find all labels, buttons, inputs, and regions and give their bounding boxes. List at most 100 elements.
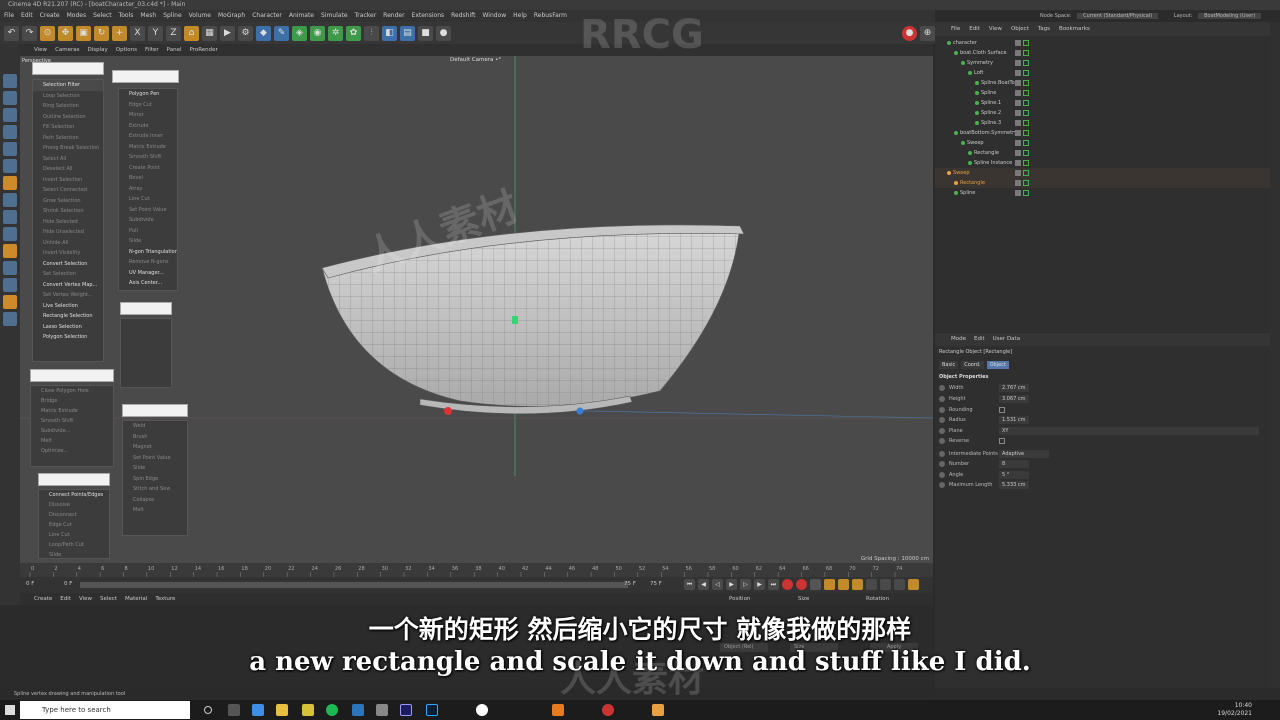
palette-item[interactable]: Polygon Pen	[119, 89, 177, 100]
object-menu-edit[interactable]: Edit	[969, 22, 980, 36]
visibility-toggle[interactable]	[1015, 130, 1021, 136]
attr-anim-dot[interactable]	[939, 396, 945, 402]
palette-item[interactable]: Subdivide...	[31, 426, 113, 436]
recent-tool-icon[interactable]: +	[112, 25, 127, 41]
menu-tracker[interactable]: Tracker	[355, 10, 377, 22]
visibility-toggle[interactable]	[1015, 120, 1021, 126]
camera-icon[interactable]: ■	[418, 25, 433, 41]
paint-icon[interactable]	[3, 312, 17, 326]
key-pla-icon[interactable]	[880, 579, 891, 590]
viewport-menu-filter[interactable]: Filter	[145, 44, 159, 56]
object-menu-object[interactable]: Object	[1011, 22, 1029, 36]
palette-item[interactable]: Mirror	[119, 110, 177, 121]
mograph-icon[interactable]: ✲	[328, 25, 343, 41]
object-row[interactable]: Rectangle	[935, 178, 1270, 188]
palette-item[interactable]: Smooth Shift	[119, 152, 177, 163]
right-tab-strip[interactable]	[1270, 22, 1280, 688]
menu-tools[interactable]: Tools	[119, 10, 134, 22]
render-region-icon[interactable]: ▦	[202, 25, 217, 41]
cortana-icon[interactable]	[204, 706, 212, 714]
enable-check-icon[interactable]	[1023, 140, 1029, 146]
viewport-menu-cameras[interactable]: Cameras	[55, 44, 79, 56]
blender-icon[interactable]	[552, 704, 564, 716]
menu-character[interactable]: Character	[252, 10, 282, 22]
palette-item[interactable]: Dissolve	[39, 500, 109, 510]
material-menu-view[interactable]: View	[79, 593, 92, 605]
enable-check-icon[interactable]	[1023, 100, 1029, 106]
end-frame[interactable]: 75 F	[624, 581, 636, 587]
palette-item[interactable]: Set Selection	[33, 269, 103, 280]
enable-check-icon[interactable]	[1023, 190, 1029, 196]
task-view-icon[interactable]	[228, 704, 240, 716]
object-row[interactable]: character	[935, 38, 1270, 48]
attr-value[interactable]: 3.067 cm	[999, 395, 1029, 403]
menu-redshift[interactable]: Redshift	[451, 10, 475, 22]
lock-workplane-icon[interactable]	[3, 261, 17, 275]
visibility-toggle[interactable]	[1015, 90, 1021, 96]
palette-item[interactable]: Remove N-gons	[119, 257, 177, 268]
grid-icon[interactable]: ▤	[400, 25, 415, 41]
palette-item[interactable]: Disconnect	[39, 510, 109, 520]
palette-item[interactable]: Hide Selected	[33, 217, 103, 228]
menu-render[interactable]: Render	[383, 10, 404, 22]
palette-item[interactable]: Rectangle Selection	[33, 311, 103, 322]
object-row[interactable]: Sweep	[935, 138, 1270, 148]
visibility-toggle[interactable]	[1015, 100, 1021, 106]
end-frame-2[interactable]: 75 F	[650, 581, 662, 587]
edges-mode-icon[interactable]	[3, 142, 17, 156]
menu-volume[interactable]: Volume	[189, 10, 211, 22]
polygons-mode-icon[interactable]	[3, 159, 17, 173]
menu-mograph[interactable]: MoGraph	[218, 10, 245, 22]
steam-icon[interactable]	[352, 704, 364, 716]
enable-check-icon[interactable]	[1023, 40, 1029, 46]
palette-item[interactable]: Invert Selection	[33, 175, 103, 186]
frame-range-slider[interactable]	[80, 582, 628, 588]
menu-spline[interactable]: Spline	[163, 10, 181, 22]
material-menu-texture[interactable]: Texture	[155, 593, 175, 605]
attr-value[interactable]: 2.767 cm	[999, 384, 1029, 392]
object-menu-file[interactable]: File	[951, 22, 960, 36]
render-settings-icon[interactable]: ⚙	[238, 25, 253, 41]
object-menu-view[interactable]: View	[989, 22, 1002, 36]
menu-file[interactable]: File	[4, 10, 14, 22]
visibility-toggle[interactable]	[1015, 190, 1021, 196]
palette-item[interactable]: Line Cut	[39, 530, 109, 540]
attributes-tab-object[interactable]: Object	[986, 361, 1009, 369]
windows-start-icon[interactable]	[5, 705, 15, 715]
key-rotation-icon[interactable]	[852, 579, 863, 590]
layout-select[interactable]: BoatModeling (User)	[1198, 13, 1262, 19]
attr-anim-dot[interactable]	[939, 385, 945, 391]
palette-item[interactable]: Set Point Value	[123, 453, 187, 464]
palette-item[interactable]: Slide	[119, 236, 177, 247]
enable-check-icon[interactable]	[1023, 50, 1029, 56]
play-icon[interactable]: ▶	[726, 579, 737, 590]
scale-icon[interactable]: ▣	[76, 25, 91, 41]
environment-icon[interactable]: ◧	[382, 25, 397, 41]
after-effects-icon[interactable]	[400, 704, 412, 716]
object-row[interactable]: boatBottom.Symmetry	[935, 128, 1270, 138]
redo-icon[interactable]: ↷	[22, 25, 37, 41]
palette-item[interactable]: Extrude	[119, 121, 177, 132]
visibility-toggle[interactable]	[1015, 60, 1021, 66]
object-menu-bookmarks[interactable]: Bookmarks	[1059, 22, 1090, 36]
viewport[interactable]: Default Camera •° Perspective Grid Spaci…	[20, 56, 933, 563]
palette-item[interactable]: Collapse	[123, 495, 187, 506]
attr-anim-dot[interactable]	[939, 461, 945, 467]
palette-item[interactable]: Path Selection	[33, 133, 103, 144]
visibility-toggle[interactable]	[1015, 150, 1021, 156]
material-menu-material[interactable]: Material	[125, 593, 147, 605]
object-row[interactable]: Rectangle	[935, 148, 1270, 158]
viewport-menu-display[interactable]: Display	[88, 44, 108, 56]
attr-value[interactable]: 5 °	[999, 471, 1029, 479]
attr-checkbox[interactable]	[999, 407, 1005, 413]
next-frame-icon[interactable]: ▷	[740, 579, 751, 590]
attr-anim-dot[interactable]	[939, 417, 945, 423]
palette-item[interactable]: Outline Selection	[33, 112, 103, 123]
object-row[interactable]: Spline.2	[935, 108, 1270, 118]
material-menu-edit[interactable]: Edit	[60, 593, 71, 605]
object-row[interactable]: Spline.3	[935, 118, 1270, 128]
palette-item[interactable]: Invert Visibility	[33, 248, 103, 259]
material-menu-select[interactable]: Select	[100, 593, 117, 605]
attr-value[interactable]: 8	[999, 460, 1029, 468]
palette-header-4[interactable]	[30, 369, 114, 382]
